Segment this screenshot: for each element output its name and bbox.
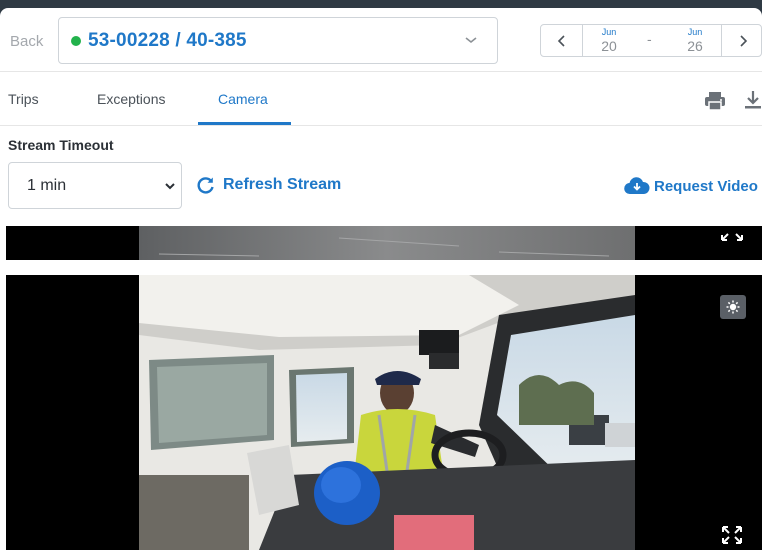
stream-timeout-select[interactable]: 1 min <box>8 162 182 209</box>
video-tile-road[interactable] <box>6 226 762 260</box>
road-camera-feed <box>139 226 635 260</box>
refresh-icon <box>197 177 214 194</box>
download-icon[interactable] <box>744 90 762 110</box>
date-end-month: Jun <box>687 27 703 37</box>
chevron-left-icon <box>557 34 565 47</box>
date-range-picker: Jun 20 - Jun 26 <box>540 24 762 57</box>
fullscreen-icon[interactable] <box>720 228 744 242</box>
tab-exceptions[interactable]: Exceptions <box>97 91 165 107</box>
chevron-down-icon <box>465 37 477 44</box>
date-end[interactable]: Jun 26 <box>677 27 713 54</box>
vehicle-camera-panel: Back 53-00228 / 40-385 Jun 20 - Jun 26 T… <box>0 8 762 550</box>
back-button[interactable]: Back <box>10 33 43 50</box>
vehicle-label: 53-00228 / 40-385 <box>88 29 247 51</box>
tab-trips[interactable]: Trips <box>8 91 39 107</box>
refresh-stream-label: Refresh Stream <box>223 176 342 193</box>
cloud-download-icon <box>624 177 650 195</box>
chevron-right-icon <box>739 34 747 47</box>
request-video-label: Request Video <box>654 177 758 195</box>
refresh-stream-button[interactable]: Refresh Stream <box>197 176 341 194</box>
date-end-day: 26 <box>687 38 703 54</box>
stream-timeout-value: 1 min <box>27 177 67 194</box>
tab-camera[interactable]: Camera <box>218 91 268 107</box>
video-tile-cab[interactable] <box>6 275 762 550</box>
date-start-day: 20 <box>601 38 617 54</box>
request-video-button[interactable]: Request Video <box>624 177 758 195</box>
tab-bar: Trips Exceptions Camera <box>0 74 762 126</box>
date-separator: - <box>647 31 652 47</box>
print-icon[interactable] <box>704 91 726 111</box>
fullscreen-icon[interactable] <box>721 525 743 545</box>
brightness-button[interactable] <box>720 295 746 319</box>
video-tile-divider <box>6 260 762 275</box>
date-start-month: Jun <box>601 27 617 37</box>
cab-camera-feed <box>139 275 635 550</box>
header-bar: Back 53-00228 / 40-385 Jun 20 - Jun 26 <box>0 8 762 72</box>
date-prev-button[interactable] <box>541 25 583 56</box>
date-start[interactable]: Jun 20 <box>591 27 627 54</box>
vehicle-select[interactable]: 53-00228 / 40-385 <box>58 17 498 64</box>
stream-timeout-label: Stream Timeout <box>8 137 114 153</box>
active-tab-indicator <box>198 122 291 125</box>
chevron-down-icon <box>165 183 175 190</box>
date-next-button[interactable] <box>721 25 762 56</box>
status-dot-icon <box>71 35 81 46</box>
brightness-icon <box>726 300 740 314</box>
